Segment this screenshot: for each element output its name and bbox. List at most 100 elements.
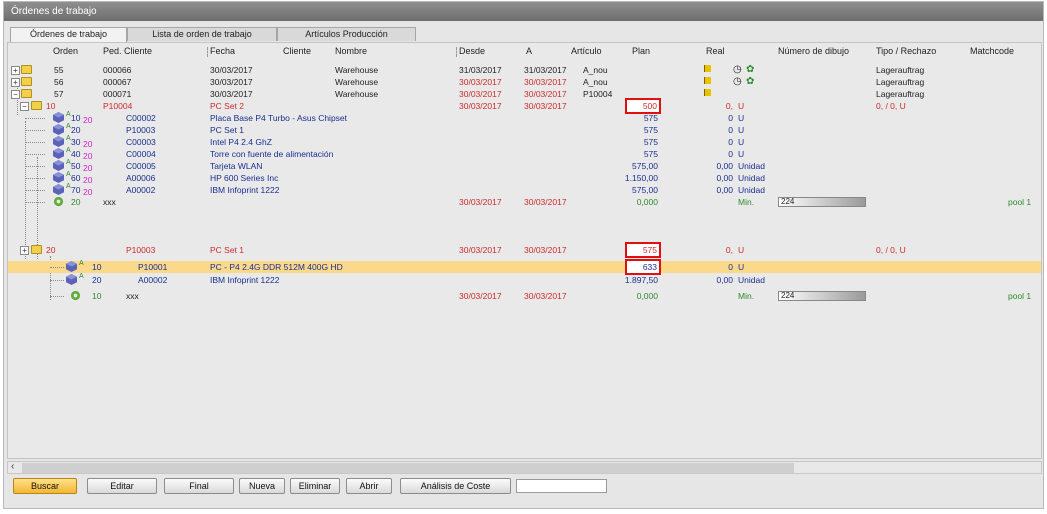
component-cube-icon	[53, 160, 64, 171]
scrollbar-thumb[interactable]	[22, 463, 794, 473]
horizontal-scrollbar[interactable]: ‹	[7, 461, 1042, 474]
table-row[interactable]: − 57 000071 30/03/2017 Warehouse 30/03/2…	[8, 88, 1041, 100]
final-button[interactable]: Final	[164, 478, 234, 494]
cell-orden: 20	[46, 245, 56, 255]
cell-ped-cliente: P10004	[103, 101, 133, 111]
cell-plan: 0,000	[636, 197, 658, 207]
cell-real: 0	[728, 262, 733, 272]
status-letter: A	[66, 183, 71, 190]
cell-tipo: Lagerauftrag	[876, 77, 925, 87]
status-letter: A	[66, 135, 71, 142]
editar-button[interactable]: Editar	[87, 478, 157, 494]
col-desde[interactable]: Desde	[459, 46, 485, 56]
table-row[interactable]: A 30 20 C00003 Intel P4 2.4 GhZ 575 0 U	[8, 135, 1041, 149]
col-cliente[interactable]: Cliente	[283, 46, 311, 56]
cell-a: 30/03/2017	[524, 197, 567, 207]
cell-fecha: PC Set 1	[210, 125, 245, 135]
tab-ordenes-de-trabajo[interactable]: Órdenes de trabajo	[10, 27, 127, 42]
cell-desde: 31/03/2017	[459, 65, 502, 75]
cell-fecha: 30/03/2017	[210, 77, 253, 87]
cell-plan: 0,000	[636, 291, 658, 301]
cell-unit: Min.	[738, 197, 755, 207]
cell-plan: 1.897,50	[624, 275, 658, 285]
col-numero-de-dibujo[interactable]: Número de dibujo	[778, 46, 849, 56]
drawing-number-field[interactable]: 224	[778, 291, 866, 301]
col-fecha[interactable]: Fecha	[210, 46, 235, 56]
buscar-button[interactable]: Buscar	[13, 478, 77, 494]
cell-orden: 70	[71, 185, 81, 195]
table-row[interactable]: A 20 P10003 PC Set 1 575 0 U	[8, 123, 1041, 136]
table-row-selected[interactable]: A 10 P10001 PC - P4 2.4G DDR 512M 400G H…	[8, 259, 1041, 275]
tab-articulos-produccion[interactable]: Artículos Producción	[277, 27, 416, 41]
table-row[interactable]: 10 xxx 30/03/2017 30/03/2017 0,000 Min. …	[8, 290, 1041, 302]
table-row[interactable]: A 50 20 C00005 Tarjeta WLAN 575,00 0,00 …	[8, 159, 1041, 173]
drawing-number-field[interactable]: 224	[778, 197, 866, 207]
tab-strip: Órdenes de trabajo Lista de orden de tra…	[4, 27, 1043, 42]
col-orden[interactable]: Orden	[53, 46, 78, 56]
table-row[interactable]: + 55 000066 30/03/2017 Warehouse 31/03/2…	[8, 64, 1041, 76]
tree-line	[25, 130, 45, 131]
col-real[interactable]: Real	[706, 46, 725, 56]
cell-unit: U	[738, 262, 745, 272]
cell-orden: 20	[92, 275, 102, 285]
cell-ped-cliente: xxx	[103, 197, 116, 207]
nueva-button[interactable]: Nueva	[239, 478, 285, 494]
cell-ped-cliente: A00002	[126, 185, 156, 195]
table-row[interactable]: − 10 P10004 PC Set 2 30/03/2017 30/03/20…	[8, 98, 1041, 114]
cell-ped-cliente: P10003	[126, 245, 156, 255]
table-row[interactable]: A 70 20 A00002 IBM Infoprint 1222 575,00…	[8, 183, 1041, 197]
expand-icon[interactable]: +	[11, 66, 20, 75]
status-letter: A	[79, 260, 84, 267]
cell-real: 0,	[725, 101, 733, 111]
collapse-icon[interactable]: −	[11, 90, 20, 99]
table-row[interactable]: + 20 P10003 PC Set 1 30/03/2017 30/03/20…	[8, 242, 1041, 258]
cell-real: 0	[728, 137, 733, 147]
status-letter: A	[66, 123, 71, 130]
col-articulo[interactable]: Artículo	[571, 46, 602, 56]
eliminar-button[interactable]: Eliminar	[290, 478, 340, 494]
table-row[interactable]: A 60 20 A00006 HP 600 Series Inc 1.150,0…	[8, 171, 1041, 185]
cell-ped-cliente: P10001	[138, 262, 168, 272]
col-matchcode[interactable]: Matchcode	[970, 46, 1014, 56]
table-row[interactable]: 20 xxx 30/03/2017 30/03/2017 0,000 Min. …	[8, 196, 1041, 208]
table-row[interactable]: A 20 A00002 IBM Infoprint 1222 1.897,50 …	[8, 273, 1041, 286]
status-letter: A	[66, 159, 71, 166]
table-row[interactable]: + 56 000067 30/03/2017 Warehouse 30/03/2…	[8, 76, 1041, 88]
analisis-de-coste-button[interactable]: Análisis de Coste	[400, 478, 511, 494]
tab-lista-orden-de-trabajo[interactable]: Lista de orden de trabajo	[127, 27, 277, 41]
col-tipo-rechazo[interactable]: Tipo / Rechazo	[876, 46, 936, 56]
cell-fecha: IBM Infoprint 1222	[210, 185, 280, 195]
cell-real: 0,00	[716, 161, 733, 171]
cell-real: 0,00	[716, 275, 733, 285]
tree-line	[25, 142, 45, 143]
cell-nombre: Warehouse	[335, 65, 379, 75]
column-separator[interactable]	[207, 47, 208, 57]
tree-line	[25, 118, 45, 119]
col-ped-cliente[interactable]: Ped. Cliente	[103, 46, 152, 56]
cell-a: 31/03/2017	[524, 65, 567, 75]
cell-fecha: 30/03/2017	[210, 89, 253, 99]
expand-icon[interactable]: +	[11, 78, 20, 87]
column-separator[interactable]	[456, 47, 457, 57]
scroll-left-icon[interactable]: ‹	[11, 461, 14, 472]
abrir-button[interactable]: Abrir	[346, 478, 392, 494]
cell-ped-cliente: C00005	[126, 161, 156, 171]
table-row[interactable]: A 40 20 C00004 Torre con fuente de alime…	[8, 147, 1041, 161]
cell-orden: 30	[71, 137, 81, 147]
cell-desde: 30/03/2017	[459, 197, 502, 207]
cell-real: 0,	[725, 245, 733, 255]
cell-unit: U	[738, 113, 745, 123]
cell-unit: U	[738, 149, 745, 159]
cell-unit: U	[738, 125, 745, 135]
cell-real: 0	[728, 149, 733, 159]
collapse-icon[interactable]: −	[20, 102, 29, 111]
table-row[interactable]: A 10 20 C00002 Placa Base P4 Turbo - Asu…	[8, 111, 1041, 125]
cell-tipo: Lagerauftrag	[876, 89, 925, 99]
col-plan[interactable]: Plan	[632, 46, 650, 56]
gear-icon: ✿	[746, 64, 755, 75]
search-field[interactable]	[516, 479, 607, 493]
expand-icon[interactable]: +	[20, 246, 29, 255]
col-nombre[interactable]: Nombre	[335, 46, 367, 56]
col-a[interactable]: A	[526, 46, 532, 56]
order-folder-icon	[21, 89, 32, 98]
